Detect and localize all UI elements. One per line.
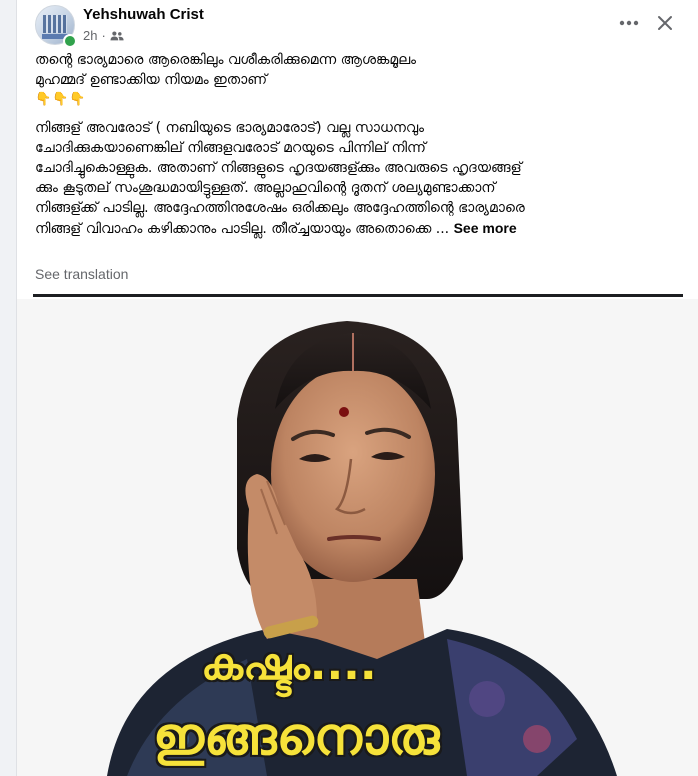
post-body-line: ചോദിച്ചുകൊള്ളുക. അതാണ് നിങ്ങളുടെ ഹൃദയങ്ങ…	[35, 160, 522, 176]
post-body-line: ചോദിക്കുകയാണെങ്കില് നിങ്ങളവരോട് മറയുടെ പ…	[35, 140, 426, 156]
post-body: നിങ്ങള് അവരോട് ( നബിയുടെ ഭാര്യമാരോട്) വല…	[35, 118, 685, 239]
post-timestamp[interactable]: 2h	[83, 28, 97, 43]
post-body-line: നിങ്ങള്ക്ക് പാടില്ല. അദ്ദേഹത്തിനുശേഷം ഒര…	[35, 200, 525, 216]
pointing-down-emoji: 👇👇👇	[35, 92, 87, 107]
more-horizontal-icon	[619, 20, 639, 26]
post-body-line: ക്കും കൂടുതല് സംശുദ്ധമായിട്ടുള്ളത്. അല്ല…	[35, 180, 496, 196]
post-title-line: തന്റെ ഭാര്യമാരെ ആരെങ്കിലും വശീകരിക്കുമെന…	[35, 52, 417, 68]
see-more-link[interactable]: See more	[454, 220, 517, 236]
online-status-icon	[63, 34, 77, 48]
image-caption-line-2: ഇങ്ങനൊരു	[152, 706, 440, 768]
post-card: Yehshuwah Crist 2h · തന്റെ ഭാര്യമാരെ ആരെ…	[16, 0, 698, 776]
post-body-line: നിങ്ങള് അവരോട് ( നബിയുടെ ഭാര്യമാരോട്) വല…	[35, 120, 424, 136]
post-body-line: നിങ്ങള് വിവാഹം കഴിക്കാനും പാടില്ല. തീര്ച…	[35, 221, 450, 237]
close-icon	[658, 16, 672, 30]
post-image[interactable]: കഷ്ടം.... ഇങ്ങനൊരു	[17, 299, 698, 776]
see-translation-link[interactable]: See translation	[35, 266, 128, 282]
post-title: തന്റെ ഭാര്യമാരെ ആരെങ്കിലും വശീകരിക്കുമെന…	[35, 50, 685, 110]
close-button[interactable]	[651, 10, 679, 36]
post-header: Yehshuwah Crist 2h ·	[17, 0, 698, 50]
post-meta: 2h ·	[83, 28, 124, 43]
author-name[interactable]: Yehshuwah Crist	[83, 6, 204, 23]
image-caption-line-1: കഷ്ടം....	[200, 638, 378, 691]
post-title-line: മുഹമ്മദ് ഉണ്ടാക്കിയ നിയമം ഇതാണ്	[35, 72, 268, 88]
friends-icon[interactable]	[110, 30, 124, 42]
post-text: തന്റെ ഭാര്യമാരെ ആരെങ്കിലും വശീകരിക്കുമെന…	[35, 50, 685, 247]
post-body-line-last: നിങ്ങള് വിവാഹം കഴിക്കാനും പാടില്ല. തീര്ച…	[35, 218, 685, 239]
woman-photo	[17, 299, 698, 776]
divider	[33, 294, 683, 297]
more-options-button[interactable]	[615, 10, 643, 36]
